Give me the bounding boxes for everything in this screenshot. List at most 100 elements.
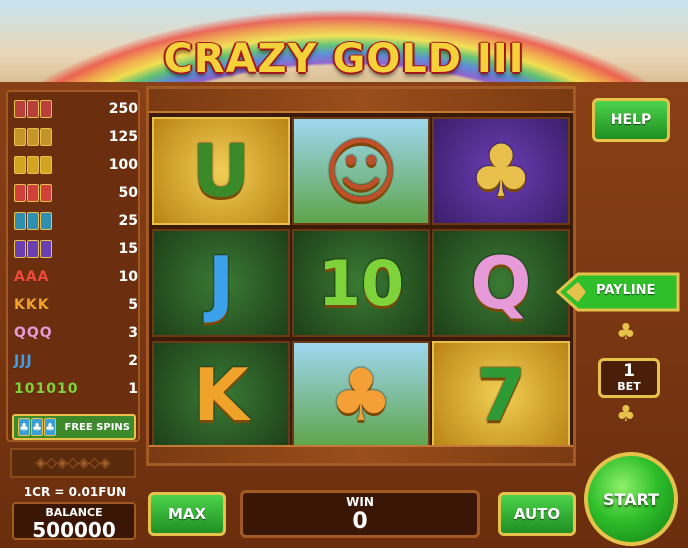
pot-icon xyxy=(27,240,39,258)
payout-value: 250 xyxy=(108,101,138,117)
symbol-letters: AAA xyxy=(14,269,50,285)
symbol-letters: KKK xyxy=(14,297,50,313)
bet-value: 1 xyxy=(623,361,635,381)
hat-icon xyxy=(14,212,26,230)
payout-value: 125 xyxy=(108,129,138,145)
payline-button[interactable]: PAYLINE xyxy=(556,272,680,312)
celtic-ornament: ◈◇◈◇◈◇◈ xyxy=(10,448,136,478)
help-button-label: HELP xyxy=(610,112,652,128)
mushroom-icon xyxy=(14,184,26,202)
payout-value: 25 xyxy=(118,213,138,229)
win-value: 0 xyxy=(352,509,368,534)
symbol-K: K xyxy=(193,353,249,437)
reel-grid: U ☺ ♣ J 10 Q K ♣ 7 xyxy=(146,86,576,466)
grid-top-border xyxy=(149,89,573,113)
auto-spin-button[interactable]: AUTO xyxy=(498,492,576,536)
max-button-label: MAX xyxy=(167,505,207,523)
bet-display: 1 BET xyxy=(598,358,660,398)
bet-label: BET xyxy=(617,380,641,393)
leprechaun-icon: ☺ xyxy=(323,129,399,213)
pot-icon-group xyxy=(14,240,52,258)
payout-value: 10 xyxy=(118,269,138,285)
paytable-row: 15 xyxy=(14,238,138,260)
paytable-row: 125 xyxy=(14,126,138,148)
paytable-row: KKK 5 xyxy=(14,294,138,316)
reel-cell: ☺ xyxy=(292,117,430,225)
payout-value: 15 xyxy=(118,241,138,257)
horseshoe-icon xyxy=(14,128,26,146)
paytable: 250 125 100 50 25 15 AAA 10 KKK 5 QQQ 3 JJJ 2 101010 1 … xyxy=(6,90,140,442)
balance-panel: 1CR = 0.01FUN BALANCE 500000 xyxy=(8,484,142,544)
reel-cell: ♣ xyxy=(292,341,430,449)
paytable-row: AAA 10 xyxy=(14,266,138,288)
hat-icon: ♣ xyxy=(328,353,394,437)
reel-cell: ♣ xyxy=(432,117,570,225)
horseshoe-icon: U xyxy=(191,129,251,213)
leprechaun-icon xyxy=(27,100,39,118)
hat-icon-group xyxy=(14,212,52,230)
payout-value: 100 xyxy=(108,157,138,173)
reel-cell: U xyxy=(152,117,290,225)
reel-cell: 7 xyxy=(432,341,570,449)
paytable-row: 250 xyxy=(14,98,138,120)
paytable-row: 50 xyxy=(14,182,138,204)
seven-icon xyxy=(14,156,26,174)
payout-value: 3 xyxy=(128,325,138,341)
reel-cell: K xyxy=(152,341,290,449)
symbol-letters: 101010 xyxy=(14,381,79,397)
hat-icon xyxy=(40,212,52,230)
paytable-row: 25 xyxy=(14,210,138,232)
free-spins-label: FREE SPINS xyxy=(64,421,131,433)
paytable-row: JJJ 2 xyxy=(14,350,138,372)
game-title: CRAZY GOLD III xyxy=(163,36,525,82)
start-button-label: START xyxy=(602,489,660,509)
payout-value: 1 xyxy=(128,381,138,397)
pot-icon xyxy=(40,240,52,258)
symbol-Q: Q xyxy=(470,241,532,325)
paytable-row: QQQ 3 xyxy=(14,322,138,344)
win-label: WIN xyxy=(346,495,374,509)
leprechaun-icon xyxy=(40,100,52,118)
payout-value: 5 xyxy=(128,297,138,313)
max-bet-button[interactable]: MAX xyxy=(148,492,226,536)
symbol-10: 10 xyxy=(317,246,405,320)
payout-value: 50 xyxy=(118,185,138,201)
seven-icon xyxy=(40,156,52,174)
scatter-icon: ♣ xyxy=(44,418,56,436)
seven-icon-group xyxy=(14,156,52,174)
balance-value: 500000 xyxy=(32,518,116,542)
symbol-letters: JJJ xyxy=(14,353,33,369)
symbol-letters: QQQ xyxy=(14,325,53,341)
grid-bottom-border xyxy=(149,445,573,463)
mushroom-icon xyxy=(40,184,52,202)
leprechaun-icon-group xyxy=(14,100,52,118)
pot-icon xyxy=(14,240,26,258)
mushroom-icon-group xyxy=(14,184,52,202)
mushroom-icon xyxy=(27,184,39,202)
balance-box: BALANCE 500000 xyxy=(12,502,136,542)
bet-ornament-top-icon: ♣ xyxy=(616,320,636,345)
win-display: WIN 0 xyxy=(240,490,480,538)
auto-button-label: AUTO xyxy=(513,505,561,523)
scatter-icons: ♣ ♣ ♣ xyxy=(18,418,56,436)
reel-cell: Q xyxy=(432,229,570,337)
credit-rate: 1CR = 0.01FUN xyxy=(23,485,127,499)
scatter-icon: ♣ xyxy=(18,418,30,436)
seven-icon xyxy=(27,156,39,174)
free-spins-row: ♣ ♣ ♣ FREE SPINS xyxy=(12,414,136,440)
horseshoe-icon xyxy=(27,128,39,146)
reel-cell: J xyxy=(152,229,290,337)
pot-of-gold-icon: ♣ xyxy=(468,129,534,213)
payout-value: 2 xyxy=(128,353,138,369)
payline-label: PAYLINE xyxy=(596,283,656,298)
seven-icon: 7 xyxy=(475,353,527,437)
horseshoe-icon-group xyxy=(14,128,52,146)
leprechaun-icon xyxy=(14,100,26,118)
help-button[interactable]: HELP xyxy=(592,98,670,142)
scatter-icon: ♣ xyxy=(31,418,43,436)
reel-cell: 10 xyxy=(292,229,430,337)
horseshoe-icon xyxy=(40,128,52,146)
paytable-row: 101010 1 xyxy=(14,378,138,400)
symbol-J: J xyxy=(207,241,235,325)
start-spin-button[interactable]: START xyxy=(584,452,678,546)
